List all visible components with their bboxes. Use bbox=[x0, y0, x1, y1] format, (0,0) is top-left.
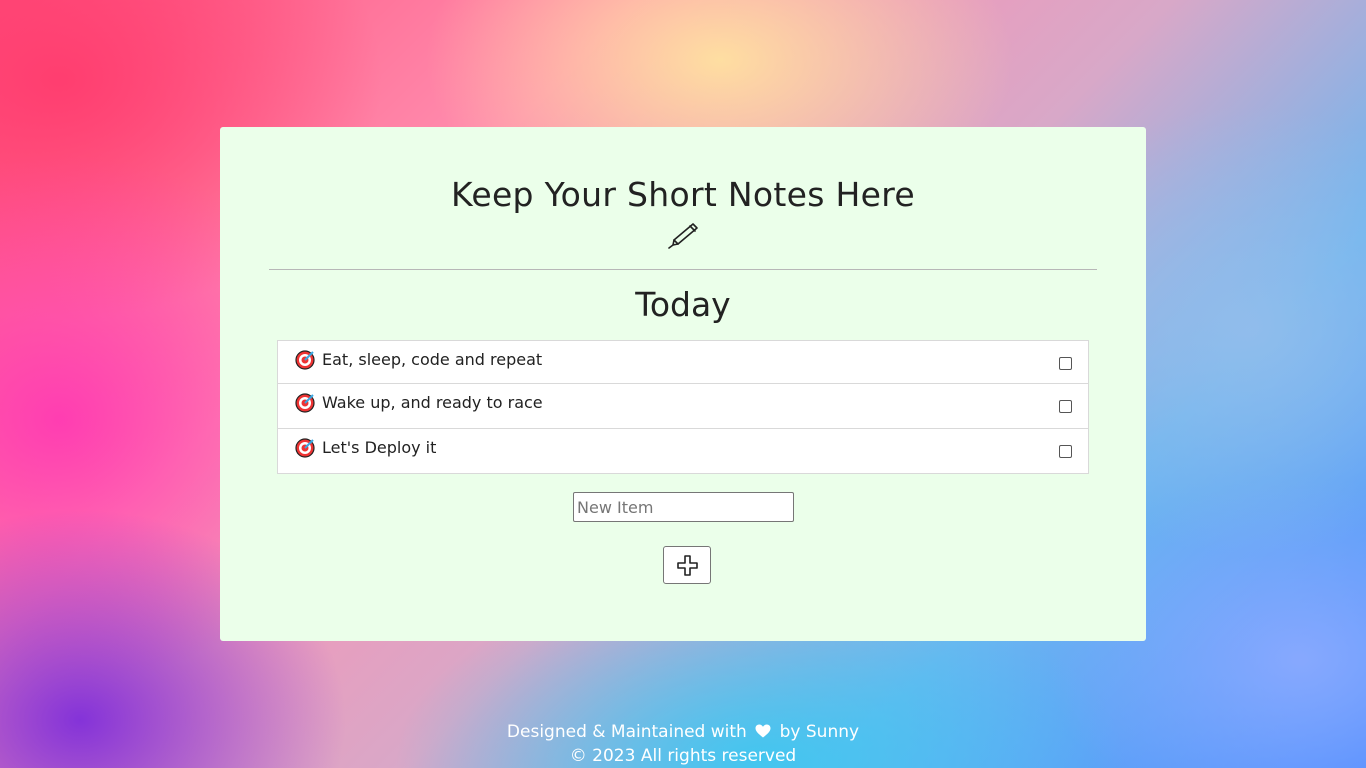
list-heading: Today bbox=[635, 285, 731, 324]
add-item-button[interactable] bbox=[663, 546, 711, 584]
item-checkbox[interactable] bbox=[1059, 357, 1072, 370]
heart-icon bbox=[755, 724, 771, 738]
item-checkbox[interactable] bbox=[1059, 445, 1072, 458]
target-icon bbox=[295, 438, 315, 458]
item-checkbox[interactable] bbox=[1059, 400, 1072, 413]
divider bbox=[269, 269, 1097, 270]
todo-list: Eat, sleep, code and repeat Wake up, and… bbox=[277, 340, 1089, 474]
target-icon bbox=[295, 350, 315, 370]
footer: Designed & Maintained with by Sunny © 20… bbox=[0, 720, 1366, 768]
plus-icon bbox=[677, 555, 698, 576]
footer-credit-suffix: by Sunny bbox=[779, 722, 860, 742]
list-item-text: Wake up, and ready to race bbox=[322, 393, 543, 412]
page-title: Keep Your Short Notes Here bbox=[451, 175, 915, 214]
list-item-text: Let's Deploy it bbox=[322, 438, 437, 457]
footer-copyright: © 2023 All rights reserved bbox=[569, 746, 797, 766]
footer-credit: Designed & Maintained with by Sunny bbox=[0, 720, 1366, 744]
list-item: Let's Deploy it bbox=[277, 428, 1089, 474]
list-item: Eat, sleep, code and repeat bbox=[277, 340, 1089, 384]
new-item-input[interactable] bbox=[573, 492, 794, 522]
list-item-text: Eat, sleep, code and repeat bbox=[322, 350, 543, 369]
footer-credit-prefix: Designed & Maintained with bbox=[506, 722, 747, 742]
list-item: Wake up, and ready to race bbox=[277, 383, 1089, 429]
pen-icon bbox=[668, 223, 698, 249]
target-icon bbox=[295, 393, 315, 413]
